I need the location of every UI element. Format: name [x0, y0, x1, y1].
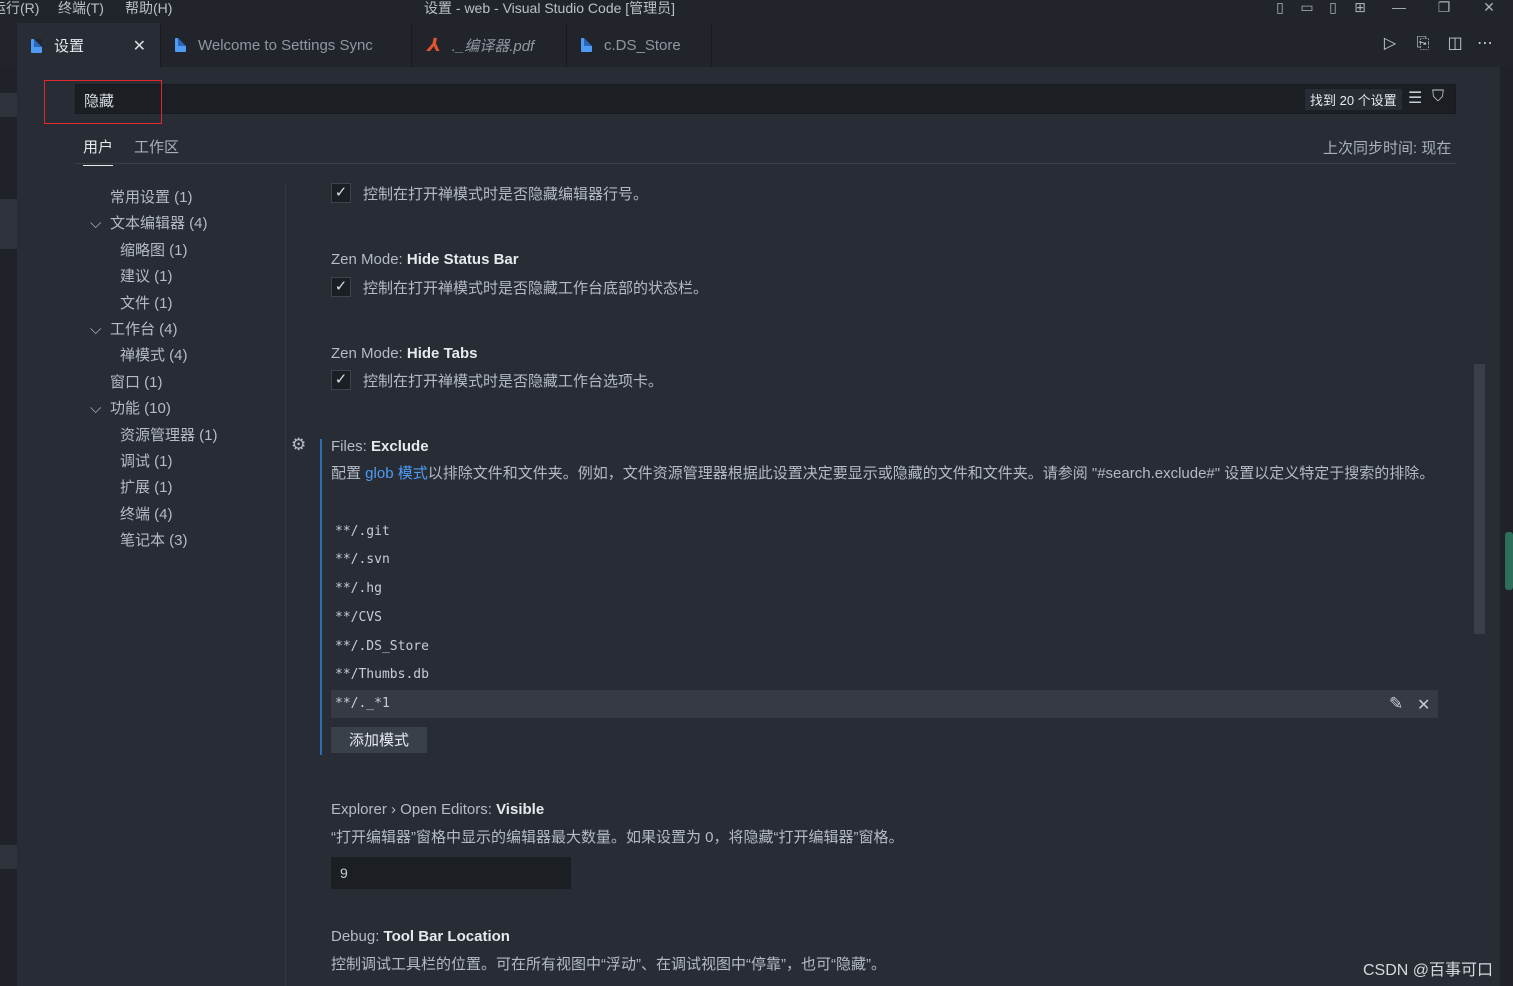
setting-title: Files: Exclude [331, 438, 429, 455]
hide-status-bar-checkbox[interactable]: ✓ [331, 277, 351, 297]
exclude-pattern[interactable]: **/CVS [335, 610, 382, 625]
restore-icon[interactable]: ❐ [1434, 0, 1454, 16]
exclude-pattern[interactable]: **/._*1 [335, 696, 390, 711]
activity-strip [0, 67, 17, 986]
toc-item[interactable]: 调试 (1) [120, 450, 173, 471]
split-editor-icon[interactable]: ◫ [1446, 35, 1464, 53]
menu-help[interactable]: 帮助(H) [125, 0, 172, 18]
file-icon [175, 38, 186, 52]
strip-marker [0, 199, 17, 249]
scrollbar-thumb[interactable] [1474, 364, 1485, 634]
exclude-pattern[interactable]: **/.DS_Store [335, 639, 429, 654]
glob-pattern-link[interactable]: glob 模式 [365, 465, 428, 482]
toggle-panel-icon[interactable]: ▭ [1297, 0, 1317, 16]
toc-item[interactable]: ⌵ 功能 (10) [90, 397, 171, 418]
check-icon: ✓ [334, 371, 348, 388]
exclude-pattern[interactable]: **/.hg [335, 581, 382, 596]
tab-ds-store[interactable]: c.DS_Store [567, 23, 712, 67]
clear-filter-icon[interactable]: ☰ [1408, 88, 1422, 108]
gear-icon[interactable]: ⚙ [291, 435, 306, 455]
toc-item[interactable]: ⌵ 工作台 (4) [90, 318, 178, 339]
tab-label: Welcome to Settings Sync [198, 36, 373, 54]
tab-label: ._编译器.pdf [451, 37, 535, 55]
settings-editor [17, 67, 1500, 986]
tab-bar: 设置 ✕ Welcome to Settings Sync ⅄ ._编译器.pd… [0, 23, 1513, 67]
toc-item[interactable]: 建议 (1) [120, 265, 173, 286]
exclude-pattern[interactable]: **/.svn [335, 552, 390, 567]
setting-description: 控制在打开禅模式时是否隐藏工作台底部的状态栏。 [363, 280, 709, 297]
setting-description: 控制在打开禅模式时是否隐藏编辑器行号。 [363, 186, 649, 203]
run-icon[interactable]: ▷ [1381, 35, 1399, 53]
setting-title: Explorer › Open Editors: Visible [331, 801, 545, 818]
tab-label: c.DS_Store [604, 36, 681, 54]
tab-pdf[interactable]: ⅄ ._编译器.pdf [412, 23, 567, 67]
hide-tabs-checkbox[interactable]: ✓ [331, 370, 351, 390]
sync-status: 上次同步时间: 现在 [1323, 140, 1452, 157]
tab-user[interactable]: 用户 [83, 136, 114, 166]
remove-icon[interactable]: ✕ [1417, 695, 1430, 715]
tab-welcome-settings-sync[interactable]: Welcome to Settings Sync [161, 23, 412, 67]
toggle-sidebar-icon[interactable]: ▯ [1270, 0, 1290, 16]
setting-description: “打开编辑器”窗格中显示的编辑器最大数量。如果设置为 0，将隐藏“打开编辑器”窗… [331, 829, 904, 846]
edit-icon[interactable]: ✎ [1389, 694, 1403, 714]
strip-marker [0, 93, 17, 117]
customize-layout-icon[interactable]: ⊞ [1350, 0, 1370, 16]
window-title: 设置 - web - Visual Studio Code [管理员] [424, 0, 676, 16]
toc-item[interactable]: 资源管理器 (1) [120, 424, 218, 445]
toc-divider [285, 183, 286, 986]
toc-item[interactable]: 窗口 (1) [110, 371, 163, 392]
highlight-box [44, 80, 162, 124]
overview-marker [1505, 532, 1513, 590]
chevron-down-icon: ⌵ [90, 400, 102, 417]
toggle-secondary-sidebar-icon[interactable]: ▯ [1323, 0, 1343, 16]
strip-marker [0, 845, 17, 869]
setting-description: 控制在打开禅模式时是否隐藏工作台选项卡。 [363, 373, 664, 390]
toc-item[interactable]: 终端 (4) [120, 503, 173, 524]
menu-run[interactable]: 运行(R) [0, 0, 39, 18]
tab-label: 设置 [54, 38, 85, 55]
pdf-icon: ⅄ [426, 34, 440, 55]
check-icon: ✓ [334, 278, 348, 295]
setting-description: 配置 glob 模式以排除文件和文件夹。例如，文件资源管理器根据此设置决定要显示… [331, 465, 1435, 482]
watermark: CSDN @百事可口 [1363, 962, 1494, 979]
title-bar: 运行(R) 终端(T) 帮助(H) 设置 - web - Visual Stud… [0, 0, 1513, 23]
search-input[interactable] [82, 88, 1286, 112]
check-icon: ✓ [334, 184, 348, 201]
window-close-icon[interactable]: ✕ [1479, 0, 1499, 16]
tab-workspace[interactable]: 工作区 [134, 136, 179, 165]
setting-title: Zen Mode: Hide Status Bar [331, 251, 519, 268]
toc-item[interactable]: 禅模式 (4) [120, 344, 188, 365]
exclude-pattern[interactable]: **/.git [335, 524, 390, 539]
selected-pattern-row[interactable] [331, 690, 1438, 718]
toc-item[interactable]: 扩展 (1) [120, 476, 173, 497]
more-actions-icon[interactable]: ⋯ [1476, 35, 1494, 53]
open-editors-visible-input[interactable]: 9 [331, 857, 571, 889]
exclude-pattern[interactable]: **/Thumbs.db [335, 667, 429, 682]
toc-item[interactable]: 缩略图 (1) [120, 239, 188, 260]
tab-settings[interactable]: 设置 ✕ [17, 23, 161, 67]
add-pattern-button[interactable]: 添加模式 [331, 727, 427, 753]
toc-item[interactable]: ⌵ 文本编辑器 (4) [90, 212, 208, 233]
file-icon [31, 38, 42, 53]
toc-item[interactable]: 文件 (1) [120, 292, 173, 313]
open-settings-json-icon[interactable]: ⎘ [1414, 35, 1432, 53]
file-icon [581, 38, 592, 52]
setting-title: Zen Mode: Hide Tabs [331, 345, 478, 362]
setting-title: Debug: Tool Bar Location [331, 928, 510, 945]
toc-item[interactable]: 常用设置 (1) [110, 186, 193, 207]
chevron-down-icon: ⌵ [90, 215, 102, 232]
result-count-badge: 找到 20 个设置 [1305, 89, 1402, 110]
settings-search-box[interactable] [75, 84, 1456, 114]
minimize-icon[interactable]: — [1389, 0, 1409, 16]
close-icon[interactable]: ✕ [133, 36, 146, 56]
hide-line-numbers-checkbox[interactable]: ✓ [331, 183, 351, 203]
menu-terminal[interactable]: 终端(T) [58, 0, 104, 18]
filter-icon[interactable]: ⛉ [1432, 88, 1444, 106]
focus-indicator [320, 439, 322, 755]
divider [75, 163, 1456, 164]
setting-description: 控制调试工具栏的位置。可在所有视图中“浮动”、在调试视图中“停靠”，也可“隐藏”… [331, 956, 886, 973]
toc-item[interactable]: 笔记本 (3) [120, 529, 188, 550]
chevron-down-icon: ⌵ [90, 321, 102, 338]
